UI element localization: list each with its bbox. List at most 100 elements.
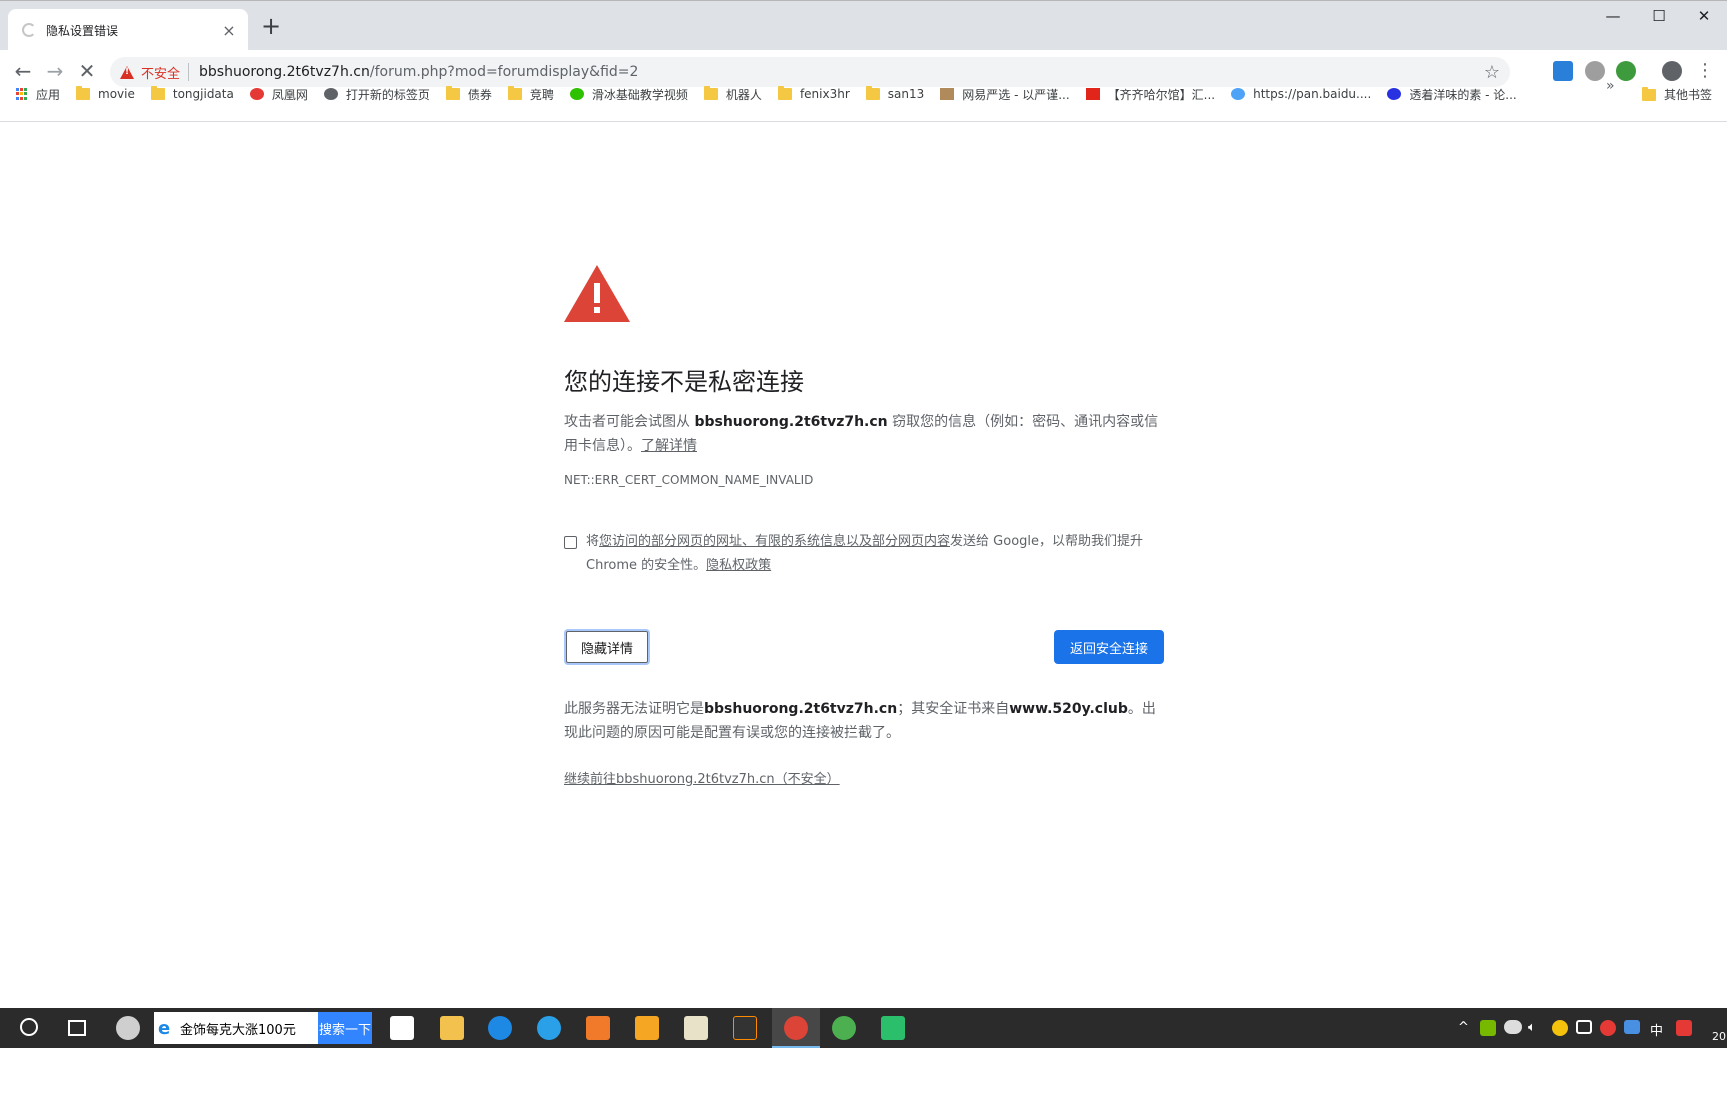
bookmark-label: 竞聘	[529, 87, 554, 102]
search-value: 金饰每克大涨100元	[180, 1022, 296, 1038]
bookmark-item[interactable]: 竞聘	[507, 86, 554, 103]
warning-paragraph: 攻击者可能会试图从 bbshuorong.2t6tvz7h.cn 窃取您的信息（…	[564, 414, 1159, 454]
not-secure-warning-icon	[120, 65, 134, 79]
input-language-indicator[interactable]: 中	[1650, 1020, 1663, 1039]
bookmark-item[interactable]: 网易严选 - 以严谨...	[940, 86, 1070, 103]
folder-icon	[703, 86, 718, 100]
browser-toolbar: ← → ✕ 不安全 bbshuorong.2t6tvz7h.cn/forum.p…	[0, 50, 1727, 122]
bookmark-label: fenix3hr	[799, 87, 850, 101]
other-bookmarks[interactable]: 其他书签	[1642, 86, 1712, 103]
window-minimize-button[interactable]: —	[1590, 1, 1636, 33]
loading-spinner-icon	[22, 23, 36, 37]
safe-browsing-optin: 将您访问的部分网页的网址、有限的系统信息以及部分网页内容发送给 Google，以…	[564, 533, 1164, 578]
not-secure-label[interactable]: 不安全	[141, 63, 180, 82]
wechat-app-icon[interactable]	[881, 1016, 905, 1040]
window-close-button[interactable]: ✕	[1681, 1, 1727, 33]
new-tab-button[interactable]: +	[258, 13, 284, 39]
details-hostname: bbshuorong.2t6tvz7h.cn	[704, 701, 898, 717]
volume-icon[interactable]: 🔈︎	[1528, 1020, 1536, 1035]
input-tray-icon[interactable]	[1624, 1020, 1640, 1034]
edge-browser-icon[interactable]	[488, 1016, 512, 1040]
internet-explorer-icon[interactable]	[537, 1016, 561, 1040]
site-hostname: bbshuorong.2t6tvz7h.cn	[694, 414, 888, 430]
folder-icon	[76, 86, 91, 100]
bookmark-item[interactable]: https://pan.baidu....	[1231, 87, 1371, 101]
cortana-circle-icon[interactable]	[20, 1018, 38, 1036]
bookmark-item[interactable]: 机器人	[703, 86, 762, 103]
bookmark-label: 【齐齐哈尔馆】汇...	[1107, 87, 1216, 102]
cloud-tray-icon[interactable]	[1504, 1020, 1522, 1034]
omnibox-separator	[188, 63, 190, 81]
report-details-link[interactable]: 您访问的部分网页的网址、有限的系统信息以及部分网页内容	[599, 534, 950, 549]
profile-avatar-icon[interactable]	[1662, 61, 1682, 81]
bookmark-item[interactable]: 凤凰网	[249, 86, 308, 103]
error-code: NET::ERR_CERT_COMMON_NAME_INVALID	[564, 473, 814, 487]
bookmark-label: 其他书签	[1664, 88, 1713, 102]
learn-more-link[interactable]: 了解详情	[641, 438, 697, 454]
ifeng-logo-icon	[249, 88, 264, 100]
bookmark-item[interactable]: 应用	[16, 86, 60, 103]
proceed-unsafe-link[interactable]: 继续前往bbshuorong.2t6tvz7h.cn（不安全）	[564, 768, 840, 787]
taskbar-active-chrome[interactable]	[772, 1008, 820, 1048]
bookmark-item[interactable]: movie	[76, 86, 135, 101]
bookmarks-overflow-chevron[interactable]: »	[1606, 78, 1615, 94]
nvidia-tray-icon[interactable]	[1480, 1020, 1496, 1036]
store-bag-icon[interactable]	[390, 1016, 414, 1040]
clock-partial[interactable]: 20	[1712, 1030, 1726, 1043]
extension-translate-icon[interactable]	[1553, 61, 1573, 81]
bookmark-label: 透着洋味的素 - 论...	[1409, 87, 1517, 102]
green-browser-icon[interactable]	[832, 1016, 856, 1040]
bookmark-item[interactable]: 债券	[445, 86, 492, 103]
apps-grid-icon	[16, 88, 28, 100]
url-host: bbshuorong.2t6tvz7h.cn	[199, 64, 370, 80]
pinwheel-app-icon[interactable]	[116, 1016, 140, 1040]
orange-app-icon[interactable]	[586, 1016, 610, 1040]
red-tray-icon[interactable]	[1600, 1020, 1616, 1036]
folder-icon	[777, 86, 792, 100]
baidu-pan-logo-icon	[1231, 88, 1246, 100]
extension-green-icon[interactable]	[1616, 61, 1636, 81]
notes-app-icon[interactable]	[635, 1016, 659, 1040]
folder-icon	[1642, 86, 1656, 101]
folder-icon	[865, 86, 880, 100]
jd-logo-icon	[1085, 88, 1100, 100]
bookmark-label: 机器人	[725, 87, 762, 102]
file-explorer-icon[interactable]	[440, 1016, 464, 1040]
bookmark-label: 应用	[36, 87, 61, 102]
back-to-safety-button[interactable]: 返回安全连接	[1054, 630, 1164, 664]
bookmark-item[interactable]: 【齐齐哈尔馆】汇...	[1085, 86, 1216, 103]
task-view-icon[interactable]	[68, 1020, 86, 1036]
hide-details-button[interactable]: 隐藏详情	[564, 629, 650, 665]
cert-issuer: www.520y.club	[1009, 701, 1128, 717]
tray-overflow-chevron-icon[interactable]: ^	[1458, 1020, 1469, 1035]
tab-active[interactable]: 隐私设置错误 ×	[8, 9, 248, 51]
bookmark-item[interactable]: san13	[865, 86, 924, 101]
bookmark-label: movie	[98, 87, 135, 101]
tab-close-icon[interactable]: ×	[220, 21, 238, 40]
bookmark-item[interactable]: fenix3hr	[777, 86, 850, 101]
bookmark-item[interactable]: 滑冰基础教学视频	[569, 86, 688, 103]
bookmark-label: 债券	[467, 87, 492, 102]
window-maximize-button[interactable]: ☐	[1636, 1, 1682, 33]
bookmark-label: 打开新的标签页	[345, 87, 430, 102]
green-plus-tray-icon[interactable]	[1552, 1020, 1568, 1036]
sogou-ime-icon[interactable]	[1676, 1020, 1692, 1036]
url-path: /forum.php?mod=forumdisplay&fid=2	[369, 64, 639, 80]
privacy-policy-link[interactable]: 隐私权政策	[706, 558, 771, 573]
bookmark-item[interactable]: 打开新的标签页	[323, 86, 430, 103]
python-installer-icon[interactable]	[684, 1016, 708, 1040]
bookmark-label: tongjidata	[172, 87, 234, 101]
report-checkbox[interactable]	[564, 536, 577, 549]
optin-text: 将您访问的部分网页的网址、有限的系统信息以及部分网页内容发送给 Google，以…	[586, 534, 1144, 573]
taskbar-search-button[interactable]: 搜索一下	[318, 1012, 372, 1044]
bookmark-label: 凤凰网	[271, 87, 308, 102]
folder-icon	[507, 86, 522, 100]
taskbar-search-input[interactable]: e 金饰每克大涨100元	[154, 1012, 318, 1044]
network-tray-icon[interactable]	[1576, 1020, 1592, 1034]
bookmark-item[interactable]: tongjidata	[150, 86, 234, 101]
sublime-text-icon[interactable]	[733, 1016, 757, 1040]
bookmark-label: https://pan.baidu....	[1253, 87, 1372, 101]
extension-gray-icon[interactable]	[1585, 61, 1605, 81]
chrome-logo-icon	[784, 1016, 808, 1040]
bookmark-item[interactable]: 透着洋味的素 - 论...	[1387, 86, 1517, 103]
